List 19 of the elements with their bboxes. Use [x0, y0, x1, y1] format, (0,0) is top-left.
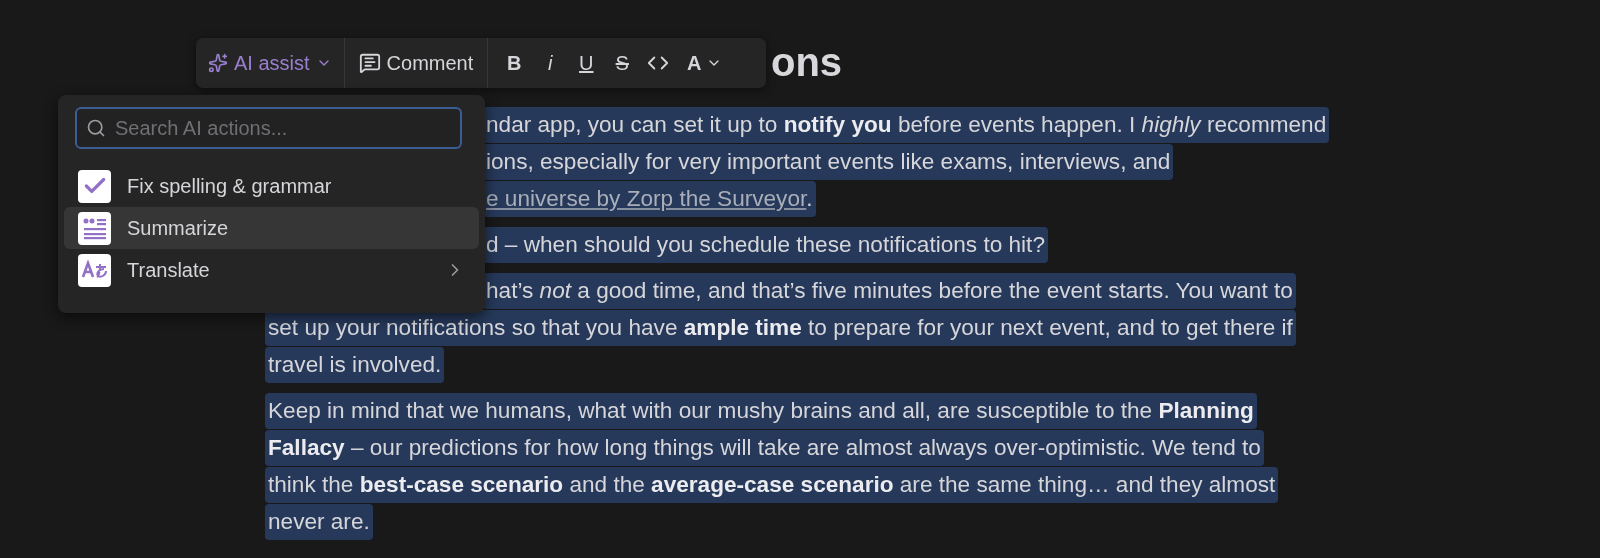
menu-item[interactable]: Fix spelling & grammar: [64, 165, 479, 207]
text-color-button[interactable]: A: [676, 43, 733, 83]
search-icon: [86, 118, 106, 138]
sparkles-icon: [208, 53, 228, 73]
comment-icon: [358, 52, 381, 74]
ai-assist-button[interactable]: AI assist: [196, 43, 344, 83]
bold-button[interactable]: B: [496, 43, 533, 83]
strike-button[interactable]: S: [604, 43, 641, 83]
translate-icon: [78, 253, 111, 287]
search-field[interactable]: Search AI actions...: [75, 107, 462, 149]
checkmark-icon: [78, 169, 111, 203]
menu-item[interactable]: Summarize: [64, 207, 479, 249]
text-link[interactable]: e universe by Zorp the Surveyor: [486, 185, 807, 211]
comment-button[interactable]: Comment: [344, 43, 488, 83]
menu-item[interactable]: Translate: [64, 249, 479, 291]
page-heading: ons: [771, 42, 843, 82]
italic-button[interactable]: i: [532, 43, 569, 83]
underline-button[interactable]: U: [568, 43, 605, 83]
quote-lines-icon: [78, 211, 111, 245]
